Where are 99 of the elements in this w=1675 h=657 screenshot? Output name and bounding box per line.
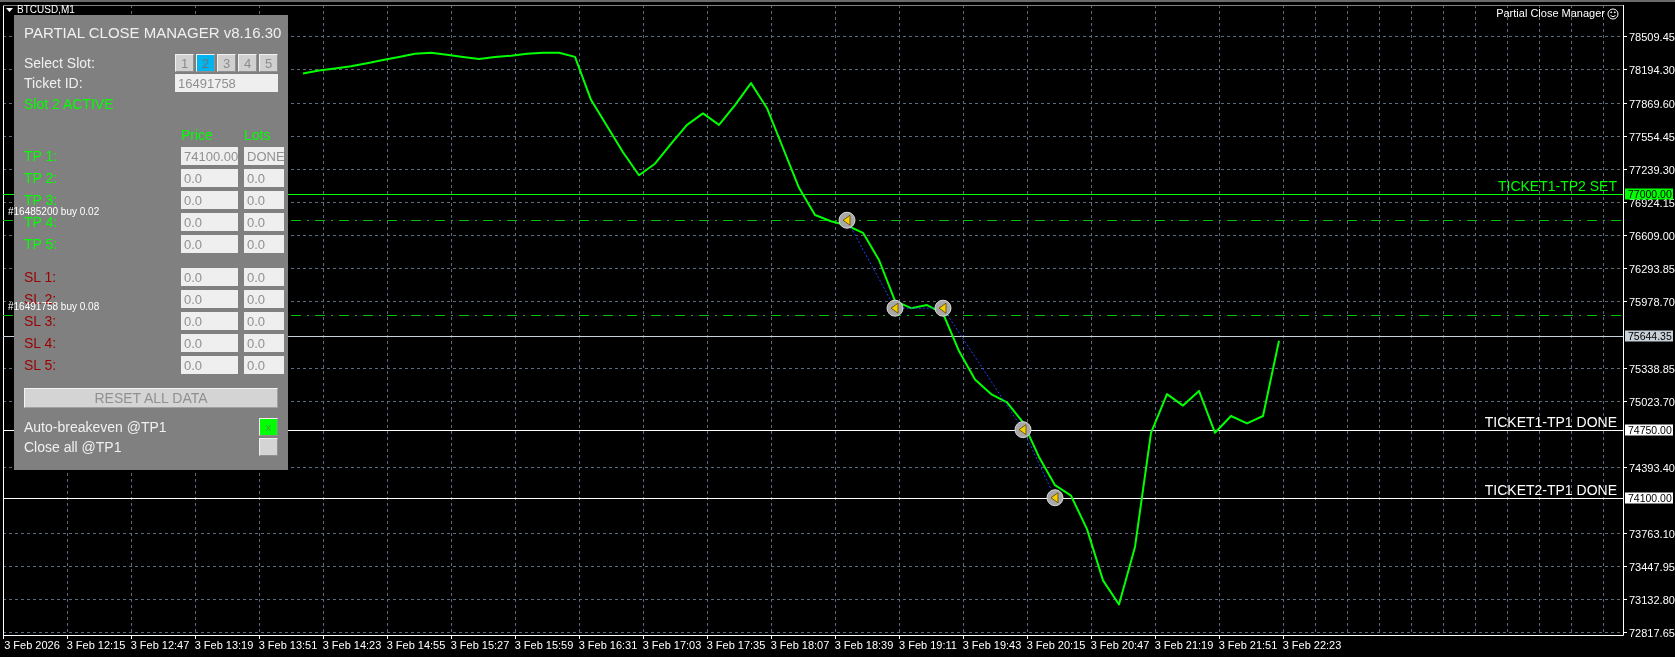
- time-axis-label: 3 Feb 14:23: [322, 639, 382, 651]
- indicator-label: Partial Close Manager: [1496, 7, 1605, 19]
- time-axis-label: 3 Feb 21:51: [1218, 639, 1278, 651]
- price-axis-label: 72817.65: [1629, 627, 1675, 639]
- price-axis-label: 77239.30: [1629, 164, 1675, 176]
- time-axis-label: 3 Feb 15:27: [450, 639, 510, 651]
- time-axis-label: 3 Feb 18:39: [834, 639, 894, 651]
- price-axis-label: 75338.85: [1629, 363, 1675, 375]
- price-field[interactable]: 74100.00: [181, 147, 238, 165]
- option-label: Auto-breakeven @TP1: [24, 419, 167, 435]
- smiley-icon: [1607, 8, 1619, 20]
- price-axis-label: 74393.40: [1629, 462, 1675, 474]
- slot-button[interactable]: 5: [259, 54, 278, 72]
- level-label: TICKET2-TP1 DONE: [1484, 481, 1617, 498]
- level-label: TICKET1-TP1 DONE: [1484, 413, 1617, 430]
- slot-status: Slot 2 ACTIVE: [24, 95, 114, 114]
- price-field[interactable]: 0.0: [181, 268, 238, 286]
- price-axis-label: 78194.30: [1629, 64, 1675, 76]
- column-header: Price: [181, 127, 213, 143]
- lots-field[interactable]: 0.0: [244, 356, 284, 374]
- symbol-label: BTCUSD,M1: [17, 4, 75, 15]
- time-axis-label: 3 Feb 19:43: [962, 639, 1022, 651]
- time-axis-label: 3 Feb 17:03: [642, 639, 702, 651]
- time-axis-label: 3 Feb 19:11: [899, 639, 957, 651]
- checkbox[interactable]: x: [259, 418, 278, 436]
- triangle-marker-icon: [838, 211, 856, 229]
- slot-button[interactable]: 1: [175, 54, 194, 72]
- level-row-label: TP 4:: [24, 214, 58, 230]
- time-axis-label: 3 Feb 22:23: [1282, 639, 1342, 651]
- triangle-marker-icon: [886, 299, 904, 317]
- slot-button[interactable]: 3: [217, 54, 236, 72]
- lots-field[interactable]: 0.0: [244, 312, 284, 330]
- time-axis-label: 3 Feb 16:31: [578, 639, 638, 651]
- price-field[interactable]: 0.0: [181, 235, 238, 253]
- time-axis-label: 3 Feb 21:19: [1154, 639, 1214, 651]
- price-field[interactable]: 0.0: [181, 169, 238, 187]
- price-axis-label: 78509.45: [1629, 31, 1675, 43]
- ticket-label: Ticket ID:: [24, 75, 83, 91]
- triangle-marker-icon: [1046, 489, 1064, 507]
- time-axis-label: 3 Feb 13:19: [194, 639, 254, 651]
- price-axis-label: 75978.70: [1629, 296, 1675, 308]
- price-tag: 74100.00: [1625, 492, 1673, 504]
- level-row-label: SL 3:: [24, 313, 57, 329]
- price-tag: 75644.35: [1625, 330, 1673, 342]
- time-axis-label: 3 Feb 20:15: [1026, 639, 1086, 651]
- price-axis-label: 76609.00: [1629, 230, 1675, 242]
- price-field[interactable]: 0.0: [181, 290, 238, 308]
- price-tag: 77000.00: [1625, 188, 1673, 200]
- time-axis-label: 3 Feb 18:07: [770, 639, 830, 651]
- level-row-label: TP 3:: [24, 192, 58, 208]
- lots-field[interactable]: 0.0: [244, 191, 284, 209]
- level-row-label: TP 2:: [24, 170, 58, 186]
- option-label: Close all @TP1: [24, 439, 122, 455]
- dropdown-triangle-icon[interactable]: [6, 8, 13, 12]
- time-axis-label: 3 Feb 14:55: [386, 639, 446, 651]
- price-axis-label: 73132.80: [1629, 594, 1675, 606]
- lots-field[interactable]: 0.0: [244, 334, 284, 352]
- price-axis-label: 76924.15: [1629, 197, 1675, 209]
- ticket-field[interactable]: 16491758: [175, 74, 278, 92]
- level-row-label: SL 5:: [24, 357, 57, 373]
- price-axis-label: 75023.70: [1629, 396, 1675, 408]
- price-field[interactable]: 0.0: [181, 213, 238, 231]
- lots-field[interactable]: 0.0: [244, 290, 284, 308]
- price-field[interactable]: 0.0: [181, 334, 238, 352]
- price-axis-label: 76293.85: [1629, 263, 1675, 275]
- price-axis-label: 73447.95: [1629, 561, 1675, 573]
- price-axis-label: 77554.45: [1629, 131, 1675, 143]
- triangle-marker-icon: [934, 299, 952, 317]
- level-row-label: SL 1:: [24, 269, 57, 285]
- price-tag: 74750.00: [1625, 424, 1673, 436]
- time-axis-label: 3 Feb 15:59: [514, 639, 574, 651]
- level-label: TICKET1-TP2 SET: [1497, 177, 1617, 194]
- lots-field[interactable]: 0.0: [244, 213, 284, 231]
- lots-field[interactable]: 0.0: [244, 235, 284, 253]
- column-header: Lots: [244, 127, 271, 143]
- slot-label: Select Slot:: [24, 55, 95, 71]
- time-axis-label: 3 Feb 17:35: [706, 639, 766, 651]
- reset-button[interactable]: RESET ALL DATA: [24, 388, 278, 408]
- panel-title: PARTIAL CLOSE MANAGER v8.16.30: [24, 23, 282, 43]
- time-axis-label: 3 Feb 12:15: [66, 639, 126, 651]
- time-axis-label: 3 Feb 20:47: [1090, 639, 1150, 651]
- slot-button[interactable]: 4: [238, 54, 257, 72]
- time-axis-label: 3 Feb 2026: [4, 639, 60, 651]
- time-axis-label: 3 Feb 13:51: [258, 639, 318, 651]
- slot-button[interactable]: 2: [196, 54, 215, 72]
- checkbox[interactable]: [259, 438, 278, 456]
- time-axis-label: 3 Feb 12:47: [130, 639, 190, 651]
- lots-field[interactable]: 0.0: [244, 169, 284, 187]
- price-field[interactable]: 0.0: [181, 312, 238, 330]
- triangle-marker-icon: [1014, 421, 1032, 439]
- price-field[interactable]: 0.0: [181, 356, 238, 374]
- lots-field[interactable]: DONE: [244, 147, 284, 165]
- price-field[interactable]: 0.0: [181, 191, 238, 209]
- price-axis-label: 73763.10: [1629, 528, 1675, 540]
- level-row-label: TP 5:: [24, 236, 58, 252]
- lots-field[interactable]: 0.0: [244, 268, 284, 286]
- level-row-label: TP 1:: [24, 148, 58, 164]
- price-axis-label: 77869.60: [1629, 98, 1675, 110]
- level-row-label: SL 4:: [24, 335, 57, 351]
